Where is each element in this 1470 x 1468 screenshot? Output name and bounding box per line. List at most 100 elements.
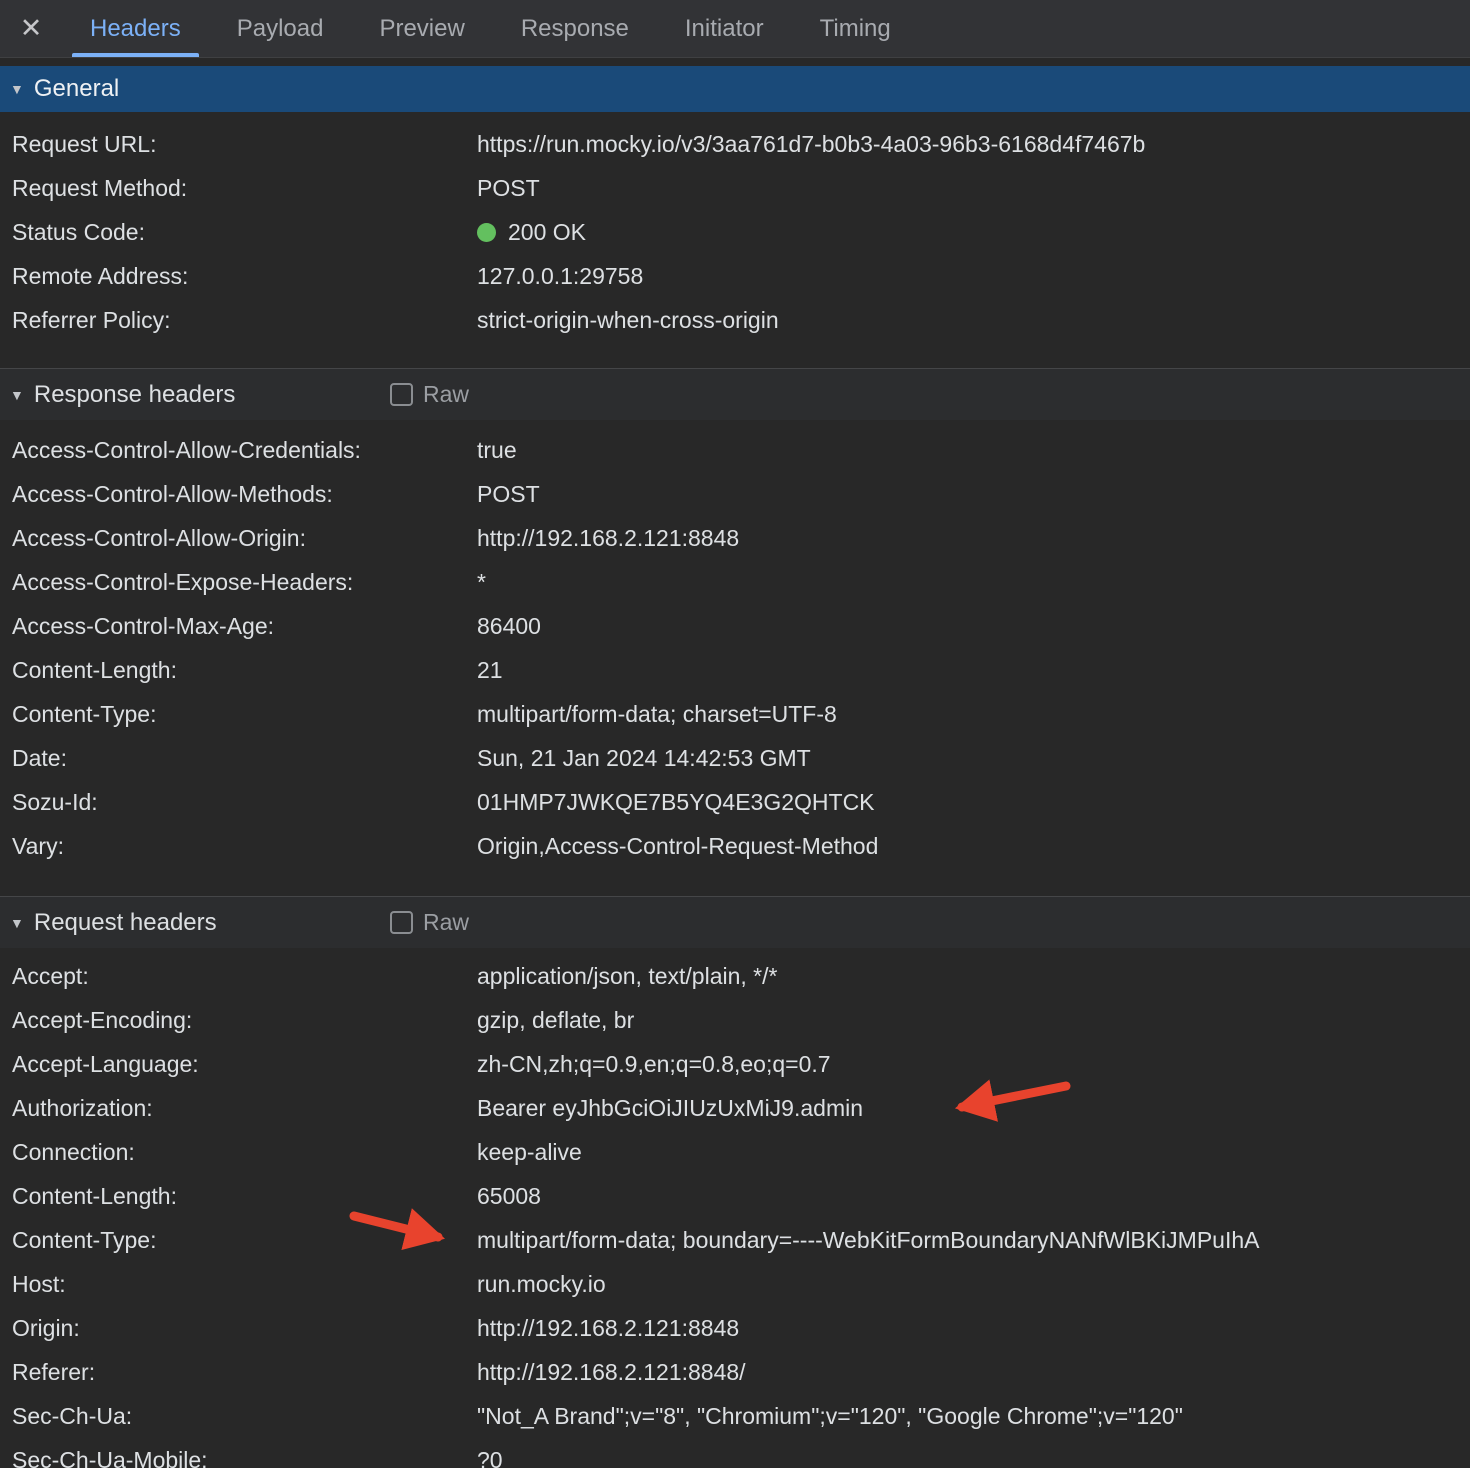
header-row: Access-Control-Allow-Origin:http://192.1… bbox=[0, 516, 1470, 560]
header-name: Sec-Ch-Ua: bbox=[12, 1403, 477, 1430]
header-name: Remote Address: bbox=[12, 263, 477, 290]
header-name: Date: bbox=[12, 745, 477, 772]
header-name: Request URL: bbox=[12, 131, 477, 158]
header-name: Referer: bbox=[12, 1359, 477, 1386]
header-value: "Not_A Brand";v="8", "Chromium";v="120",… bbox=[477, 1403, 1458, 1430]
section-title-response-headers: Response headers bbox=[34, 381, 235, 409]
header-value: * bbox=[477, 569, 1458, 596]
header-row: Origin:http://192.168.2.121:8848 bbox=[0, 1306, 1470, 1350]
header-row: Content-Length:21 bbox=[0, 648, 1470, 692]
raw-checkbox-request[interactable] bbox=[390, 911, 413, 934]
header-name: Sozu-Id: bbox=[12, 789, 477, 816]
header-value: Bearer eyJhbGciOiJIUzUxMiJ9.admin bbox=[477, 1095, 1458, 1122]
header-value: Sun, 21 Jan 2024 14:42:53 GMT bbox=[477, 745, 1458, 772]
response-header-rows: Access-Control-Allow-Credentials:trueAcc… bbox=[0, 420, 1470, 868]
header-name: Access-Control-Allow-Credentials: bbox=[12, 437, 477, 464]
header-row: Request URL:https://run.mocky.io/v3/3aa7… bbox=[0, 122, 1470, 166]
header-value: multipart/form-data; charset=UTF-8 bbox=[477, 701, 1458, 728]
header-name: Origin: bbox=[12, 1315, 477, 1342]
header-name: Access-Control-Expose-Headers: bbox=[12, 569, 477, 596]
general-rows: Request URL:https://run.mocky.io/v3/3aa7… bbox=[0, 112, 1470, 342]
header-value: run.mocky.io bbox=[477, 1271, 1458, 1298]
header-row: Sec-Ch-Ua:"Not_A Brand";v="8", "Chromium… bbox=[0, 1394, 1470, 1438]
header-name: Connection: bbox=[12, 1139, 477, 1166]
tab-response[interactable]: Response bbox=[501, 0, 649, 57]
tab-preview[interactable]: Preview bbox=[359, 0, 484, 57]
raw-checkbox-response[interactable] bbox=[390, 383, 413, 406]
section-title-request-headers: Request headers bbox=[34, 909, 217, 937]
header-row: Connection:keep-alive bbox=[0, 1130, 1470, 1174]
raw-label: Raw bbox=[423, 381, 469, 408]
close-icon[interactable]: ✕ bbox=[0, 0, 62, 57]
section-header-general[interactable]: ▼ General bbox=[0, 66, 1470, 112]
tab-initiator[interactable]: Initiator bbox=[665, 0, 784, 57]
header-row: Access-Control-Max-Age:86400 bbox=[0, 604, 1470, 648]
disclosure-triangle-icon: ▼ bbox=[10, 388, 24, 402]
header-name: Sec-Ch-Ua-Mobile: bbox=[12, 1447, 477, 1468]
header-row: Referrer Policy:strict-origin-when-cross… bbox=[0, 298, 1470, 342]
header-name: Content-Length: bbox=[12, 1183, 477, 1210]
header-value: http://192.168.2.121:8848 bbox=[477, 525, 1458, 552]
raw-label: Raw bbox=[423, 909, 469, 936]
header-value: POST bbox=[477, 175, 1458, 202]
header-name: Accept: bbox=[12, 963, 477, 990]
header-name: Request Method: bbox=[12, 175, 477, 202]
header-row: Access-Control-Allow-Methods:POST bbox=[0, 472, 1470, 516]
header-row: Accept:application/json, text/plain, */* bbox=[0, 954, 1470, 998]
header-row: Content-Type:multipart/form-data; bounda… bbox=[0, 1218, 1470, 1262]
header-row: Authorization:Bearer eyJhbGciOiJIUzUxMiJ… bbox=[0, 1086, 1470, 1130]
header-value: POST bbox=[477, 481, 1458, 508]
tab-timing[interactable]: Timing bbox=[800, 0, 911, 57]
header-row: Accept-Encoding:gzip, deflate, br bbox=[0, 998, 1470, 1042]
header-row: Status Code:200 OK bbox=[0, 210, 1470, 254]
header-row: Access-Control-Expose-Headers:* bbox=[0, 560, 1470, 604]
header-name: Authorization: bbox=[12, 1095, 477, 1122]
header-row: Remote Address:127.0.0.1:29758 bbox=[0, 254, 1470, 298]
header-value: gzip, deflate, br bbox=[477, 1007, 1458, 1034]
header-row: Sozu-Id:01HMP7JWKQE7B5YQ4E3G2QHTCK bbox=[0, 780, 1470, 824]
header-value: 200 OK bbox=[477, 219, 1458, 246]
header-value: Origin,Access-Control-Request-Method bbox=[477, 833, 1458, 860]
header-row: Content-Type:multipart/form-data; charse… bbox=[0, 692, 1470, 736]
header-value: zh-CN,zh;q=0.9,en;q=0.8,eo;q=0.7 bbox=[477, 1051, 1458, 1078]
header-row: Sec-Ch-Ua-Mobile:?0 bbox=[0, 1438, 1470, 1468]
raw-toggle-request: Raw bbox=[390, 897, 469, 948]
header-row: Vary:Origin,Access-Control-Request-Metho… bbox=[0, 824, 1470, 868]
header-name: Access-Control-Max-Age: bbox=[12, 613, 477, 640]
header-value: 86400 bbox=[477, 613, 1458, 640]
header-row: Content-Length:65008 bbox=[0, 1174, 1470, 1218]
raw-toggle-response: Raw bbox=[390, 369, 469, 420]
header-row: Request Method:POST bbox=[0, 166, 1470, 210]
header-value: http://192.168.2.121:8848 bbox=[477, 1315, 1458, 1342]
header-name: Vary: bbox=[12, 833, 477, 860]
tab-payload[interactable]: Payload bbox=[217, 0, 344, 57]
header-value: ?0 bbox=[477, 1447, 1458, 1468]
section-header-response-headers[interactable]: ▼ Response headers Raw bbox=[0, 368, 1470, 420]
header-name: Accept-Encoding: bbox=[12, 1007, 477, 1034]
header-row: Referer:http://192.168.2.121:8848/ bbox=[0, 1350, 1470, 1394]
header-row: Access-Control-Allow-Credentials:true bbox=[0, 428, 1470, 472]
request-header-rows: Accept:application/json, text/plain, */*… bbox=[0, 948, 1470, 1468]
status-ok-dot-icon bbox=[477, 223, 496, 242]
header-value: http://192.168.2.121:8848/ bbox=[477, 1359, 1458, 1386]
header-name: Status Code: bbox=[12, 219, 477, 246]
header-value: multipart/form-data; boundary=----WebKit… bbox=[477, 1227, 1458, 1254]
tab-headers[interactable]: Headers bbox=[70, 0, 201, 57]
disclosure-triangle-icon: ▼ bbox=[10, 82, 24, 96]
header-row: Host:run.mocky.io bbox=[0, 1262, 1470, 1306]
header-name: Content-Length: bbox=[12, 657, 477, 684]
header-row: Accept-Language:zh-CN,zh;q=0.9,en;q=0.8,… bbox=[0, 1042, 1470, 1086]
header-value: 01HMP7JWKQE7B5YQ4E3G2QHTCK bbox=[477, 789, 1458, 816]
header-name: Accept-Language: bbox=[12, 1051, 477, 1078]
header-value: https://run.mocky.io/v3/3aa761d7-b0b3-4a… bbox=[477, 131, 1458, 158]
section-title-general: General bbox=[34, 75, 119, 103]
header-name: Referrer Policy: bbox=[12, 307, 477, 334]
header-value: application/json, text/plain, */* bbox=[477, 963, 1458, 990]
header-value: 65008 bbox=[477, 1183, 1458, 1210]
header-row: Date:Sun, 21 Jan 2024 14:42:53 GMT bbox=[0, 736, 1470, 780]
header-name: Access-Control-Allow-Origin: bbox=[12, 525, 477, 552]
header-name: Host: bbox=[12, 1271, 477, 1298]
header-value: 127.0.0.1:29758 bbox=[477, 263, 1458, 290]
section-header-request-headers[interactable]: ▼ Request headers Raw bbox=[0, 896, 1470, 948]
header-name: Content-Type: bbox=[12, 1227, 477, 1254]
